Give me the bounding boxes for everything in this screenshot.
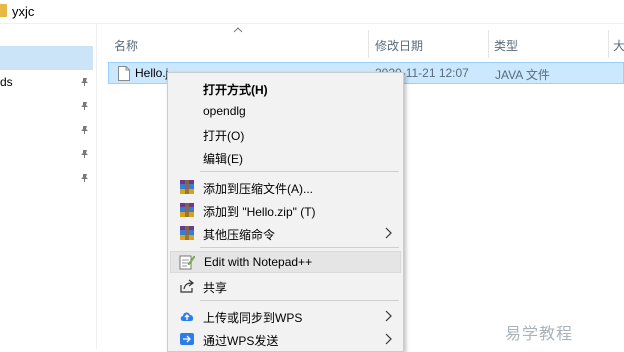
column-header-size[interactable]: 大 [613, 37, 624, 63]
notepadpp-icon [179, 255, 195, 270]
pin-icon[interactable] [80, 125, 90, 135]
context-menu: 打开方式(H) opendlg 打开(O) 编辑(E) 添加到压缩文件(A)..… [167, 72, 404, 352]
menu-item-edit-with-notepadpp[interactable]: Edit with Notepad++ [170, 251, 401, 273]
column-divider[interactable] [368, 30, 369, 58]
chevron-right-icon [385, 227, 392, 239]
watermark-text: 易学教程 [505, 326, 574, 343]
menu-item-add-to-zip[interactable]: 添加到 "Hello.zip" (T) [170, 199, 401, 221]
pin-icon[interactable] [80, 149, 90, 159]
menu-item-label: 其他压缩命令 [203, 228, 276, 242]
menu-item-open[interactable]: 打开(O) [170, 123, 401, 145]
menu-item-share[interactable]: 共享 [170, 275, 401, 297]
menu-item-label: 上传或同步到WPS [203, 311, 303, 325]
menu-item-edit[interactable]: 编辑(E) [170, 146, 401, 168]
folder-icon [0, 4, 7, 17]
cloud-upload-icon [180, 312, 194, 321]
nav-item-label[interactable]: ds [0, 75, 13, 89]
menu-item-label: Edit with Notepad++ [204, 255, 313, 269]
chevron-right-icon [385, 333, 392, 345]
file-icon [118, 66, 130, 81]
menu-item-send-via-wps[interactable]: 通过WPS发送 [170, 328, 401, 350]
menu-item-label: 共享 [203, 281, 228, 295]
menu-item-label: 打开方式(H) [203, 83, 268, 97]
sort-ascending-icon [233, 27, 243, 33]
menu-item-other-compress[interactable]: 其他压缩命令 [170, 222, 401, 244]
menu-item-label: 通过WPS发送 [203, 334, 279, 348]
column-divider[interactable] [608, 30, 609, 58]
menu-item-opendlg[interactable]: opendlg [170, 100, 401, 122]
column-header-name[interactable]: 名称 [114, 37, 138, 63]
menu-item-label: 编辑(E) [203, 152, 243, 166]
wps-send-icon [180, 333, 194, 345]
column-header-date[interactable]: 修改日期 [375, 37, 423, 63]
menu-item-label: 添加到 "Hello.zip" (T) [203, 205, 316, 219]
winrar-icon [180, 203, 194, 217]
winrar-icon [180, 226, 194, 240]
title-bar: yxjc [0, 0, 624, 24]
chevron-right-icon [385, 310, 392, 322]
pin-icon[interactable] [80, 77, 90, 87]
column-header-type[interactable]: 类型 [494, 37, 518, 63]
menu-item-upload-sync-wps[interactable]: 上传或同步到WPS [170, 305, 401, 327]
menu-item-label: opendlg [203, 104, 246, 118]
pin-icon[interactable] [80, 173, 90, 183]
share-icon [180, 279, 194, 293]
menu-item-label: 打开(O) [203, 129, 245, 143]
winrar-icon [180, 180, 194, 194]
navigation-pane: ds [0, 24, 97, 349]
menu-separator [200, 247, 399, 248]
nav-item-selected[interactable] [0, 46, 93, 70]
menu-item-open-with[interactable]: 打开方式(H) [170, 77, 401, 99]
menu-separator [200, 300, 399, 301]
file-type: JAVA 文件 [495, 68, 550, 82]
menu-item-add-to-archive[interactable]: 添加到压缩文件(A)... [170, 176, 401, 198]
file-name[interactable]: Hello.j [135, 66, 168, 80]
column-divider[interactable] [488, 30, 489, 58]
menu-separator [200, 171, 399, 172]
window-title: yxjc [12, 4, 35, 19]
pin-icon[interactable] [80, 101, 90, 111]
menu-item-label: 添加到压缩文件(A)... [203, 182, 313, 196]
